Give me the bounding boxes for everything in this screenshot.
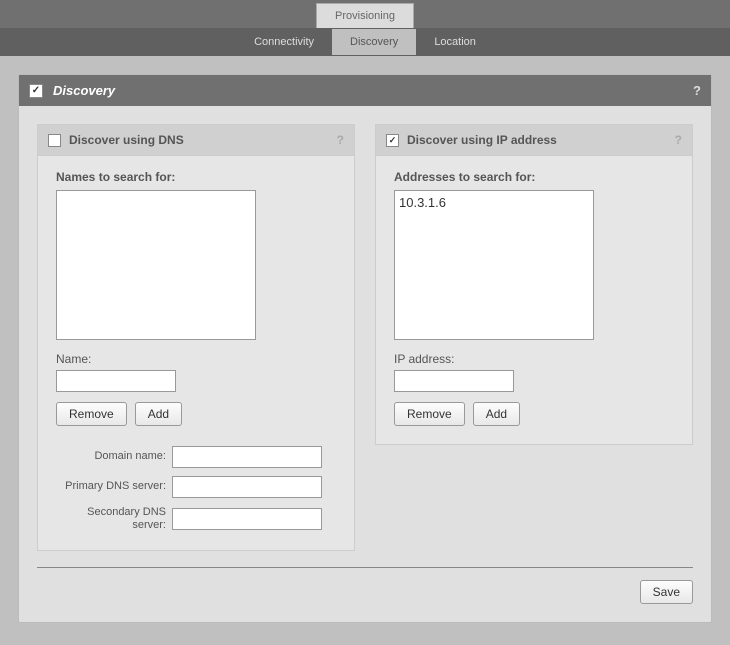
dns-list-label: Names to search for: (56, 170, 336, 184)
discovery-panel: ✓ Discovery ? Discover using DNS ? Names… (18, 74, 712, 623)
top-nav: Provisioning (0, 0, 730, 28)
dns-checkbox[interactable] (48, 134, 61, 147)
help-icon[interactable]: ? (675, 133, 682, 147)
content-area: ✓ Discovery ? Discover using DNS ? Names… (0, 56, 730, 641)
help-icon[interactable]: ? (337, 133, 344, 147)
dns-panel-header: Discover using DNS ? (38, 125, 354, 156)
ip-checkbox[interactable]: ✓ (386, 134, 399, 147)
ip-title: Discover using IP address (407, 133, 557, 147)
list-item[interactable]: 10.3.1.6 (399, 195, 589, 210)
ip-add-button[interactable]: Add (473, 402, 520, 426)
tab-discovery[interactable]: Discovery (332, 29, 416, 55)
dns-name-label: Name: (56, 352, 336, 366)
discovery-title: Discovery (53, 83, 115, 98)
discovery-panel-header: ✓ Discovery ? (19, 75, 711, 106)
secondary-dns-label: Secondary DNS server: (56, 506, 166, 532)
help-icon[interactable]: ? (693, 83, 701, 98)
primary-dns-input[interactable] (172, 476, 322, 498)
secondary-dns-input[interactable] (172, 508, 322, 530)
primary-dns-label: Primary DNS server: (56, 480, 166, 493)
discovery-panel-body: Discover using DNS ? Names to search for… (19, 106, 711, 622)
ip-address-label: IP address: (394, 352, 674, 366)
ip-panel-header: ✓ Discover using IP address ? (376, 125, 692, 156)
domain-name-input[interactable] (172, 446, 322, 468)
dns-title: Discover using DNS (69, 133, 184, 147)
discovery-checkbox[interactable]: ✓ (29, 84, 43, 98)
dns-name-input[interactable] (56, 370, 176, 392)
domain-name-label: Domain name: (56, 450, 166, 463)
save-button[interactable]: Save (640, 580, 693, 604)
footer: Save (37, 567, 693, 604)
tab-provisioning[interactable]: Provisioning (316, 3, 414, 28)
ip-remove-button[interactable]: Remove (394, 402, 465, 426)
sub-nav: Connectivity Discovery Location (0, 28, 730, 56)
tab-connectivity[interactable]: Connectivity (236, 29, 332, 55)
dns-add-button[interactable]: Add (135, 402, 182, 426)
tab-location[interactable]: Location (416, 29, 494, 55)
dns-listbox[interactable] (56, 190, 256, 340)
ip-panel: ✓ Discover using IP address ? Addresses … (375, 124, 693, 445)
dns-panel: Discover using DNS ? Names to search for… (37, 124, 355, 551)
ip-address-input[interactable] (394, 370, 514, 392)
ip-listbox[interactable]: 10.3.1.6 (394, 190, 594, 340)
dns-remove-button[interactable]: Remove (56, 402, 127, 426)
ip-list-label: Addresses to search for: (394, 170, 674, 184)
